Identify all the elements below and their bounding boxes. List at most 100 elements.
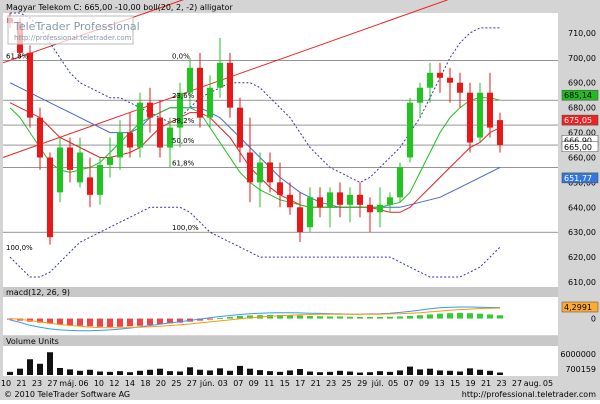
date-tick-label: 05 [388, 379, 398, 388]
date-tick-label: 15 [280, 379, 290, 388]
date-tick-label: júl. [371, 379, 384, 388]
candle-body[interactable] [437, 72, 443, 78]
date-tick-label: 19 [465, 379, 475, 388]
candle-body[interactable] [347, 194, 353, 205]
candle-body[interactable] [297, 207, 303, 233]
candle-body[interactable] [47, 157, 53, 238]
candle-body[interactable] [487, 92, 493, 128]
candle-body[interactable] [37, 117, 43, 158]
volume-header-bar [3, 336, 558, 346]
candle-body[interactable] [427, 72, 433, 88]
price-tick-label: 660,00 [568, 153, 596, 162]
candle-body[interactable] [367, 204, 373, 213]
candle-body[interactable] [277, 182, 283, 195]
watermark-brand: TeleTrader Professional [13, 20, 140, 33]
candle-body[interactable] [247, 152, 253, 183]
candle-body[interactable] [67, 147, 73, 170]
date-tick-label: 10 [1, 379, 11, 388]
volume-panel[interactable] [3, 346, 558, 376]
fib-outer-label: 61,8% [6, 52, 29, 60]
candle-body[interactable] [387, 197, 393, 205]
price-tick-label: 630,00 [568, 228, 596, 237]
volume-bar [147, 369, 153, 375]
date-tick-label: aug. [524, 379, 542, 388]
price-tick-label: 700,00 [568, 54, 596, 63]
candle-body[interactable] [87, 177, 93, 195]
macd-histogram-bar [337, 316, 343, 319]
volume-bar [217, 368, 223, 375]
fib-label: 61,8% [172, 159, 195, 167]
volume-bar [457, 371, 463, 375]
candle-body[interactable] [217, 62, 223, 88]
volume-bar [337, 370, 343, 375]
volume-bar [167, 371, 173, 375]
volume-bar [37, 363, 43, 375]
candle-body[interactable] [147, 102, 153, 118]
candle-body[interactable] [237, 107, 243, 148]
macd-histogram-bar [117, 318, 123, 327]
candle-body[interactable] [407, 102, 413, 158]
footer-url[interactable]: http://professional.teletrader.com [462, 390, 596, 399]
date-tick-label: 23 [326, 379, 336, 388]
candle-body[interactable] [187, 67, 193, 93]
candle-body[interactable] [57, 147, 63, 193]
price-panel[interactable] [3, 13, 558, 287]
volume-bar [347, 371, 353, 375]
candle-body[interactable] [77, 152, 83, 183]
candle-body[interactable] [467, 92, 473, 143]
price-tick-label: 620,00 [568, 253, 596, 262]
volume-bar [267, 371, 273, 375]
candle-body[interactable] [137, 102, 143, 148]
price-tag-label: 685,14 [564, 91, 592, 100]
candle-body[interactable] [307, 197, 313, 228]
candle-body[interactable] [207, 87, 213, 118]
candle-body[interactable] [197, 67, 203, 118]
macd-histogram-bar [497, 315, 503, 319]
candle-body[interactable] [477, 92, 483, 138]
candle-body[interactable] [377, 204, 383, 213]
date-tick-label: 05 [543, 379, 553, 388]
fib-label: 38,2% [172, 117, 195, 125]
date-tick-label: 25 [342, 379, 352, 388]
candle-body[interactable] [127, 132, 133, 148]
candle-body[interactable] [337, 192, 343, 205]
date-tick-label: 12 [109, 379, 119, 388]
candle-body[interactable] [27, 52, 33, 118]
candle-body[interactable] [267, 162, 273, 183]
date-tick-label: 13 [435, 379, 445, 388]
volume-bar [377, 371, 383, 375]
macd-histogram-bar [357, 317, 363, 319]
fib-label: 0,0% [172, 52, 190, 60]
candle-body[interactable] [107, 157, 113, 165]
candle-body[interactable] [287, 194, 293, 208]
volume-bar [327, 371, 333, 375]
candle-body[interactable] [227, 62, 233, 108]
volume-bar [177, 371, 183, 375]
candle-body[interactable] [157, 117, 163, 148]
macd-histogram-bar [137, 318, 143, 326]
date-tick-label: 27 [187, 379, 197, 388]
macd-histogram-bar [367, 317, 373, 319]
candle-body[interactable] [317, 197, 323, 208]
date-tick-label: máj. [59, 379, 76, 388]
volume-bar [287, 370, 293, 375]
candle-body[interactable] [357, 194, 363, 205]
candle-body[interactable] [97, 164, 103, 195]
price-tick-label: 690,00 [568, 79, 596, 88]
volume-bar [27, 359, 33, 375]
candle-body[interactable] [447, 77, 453, 83]
candle-body[interactable] [397, 167, 403, 198]
volume-bar [477, 369, 483, 375]
volume-bar [107, 371, 113, 375]
candle-body[interactable] [117, 132, 123, 158]
volume-bar [277, 371, 283, 375]
price-tick-label: 640,00 [568, 203, 596, 212]
volume-bar [197, 369, 203, 375]
candle-body[interactable] [497, 120, 503, 146]
candle-body[interactable] [417, 87, 423, 103]
volume-bar [7, 371, 13, 375]
candle-body[interactable] [327, 192, 333, 208]
date-tick-label: 14 [125, 379, 135, 388]
candle-body[interactable] [457, 82, 463, 93]
candle-body[interactable] [257, 162, 263, 183]
